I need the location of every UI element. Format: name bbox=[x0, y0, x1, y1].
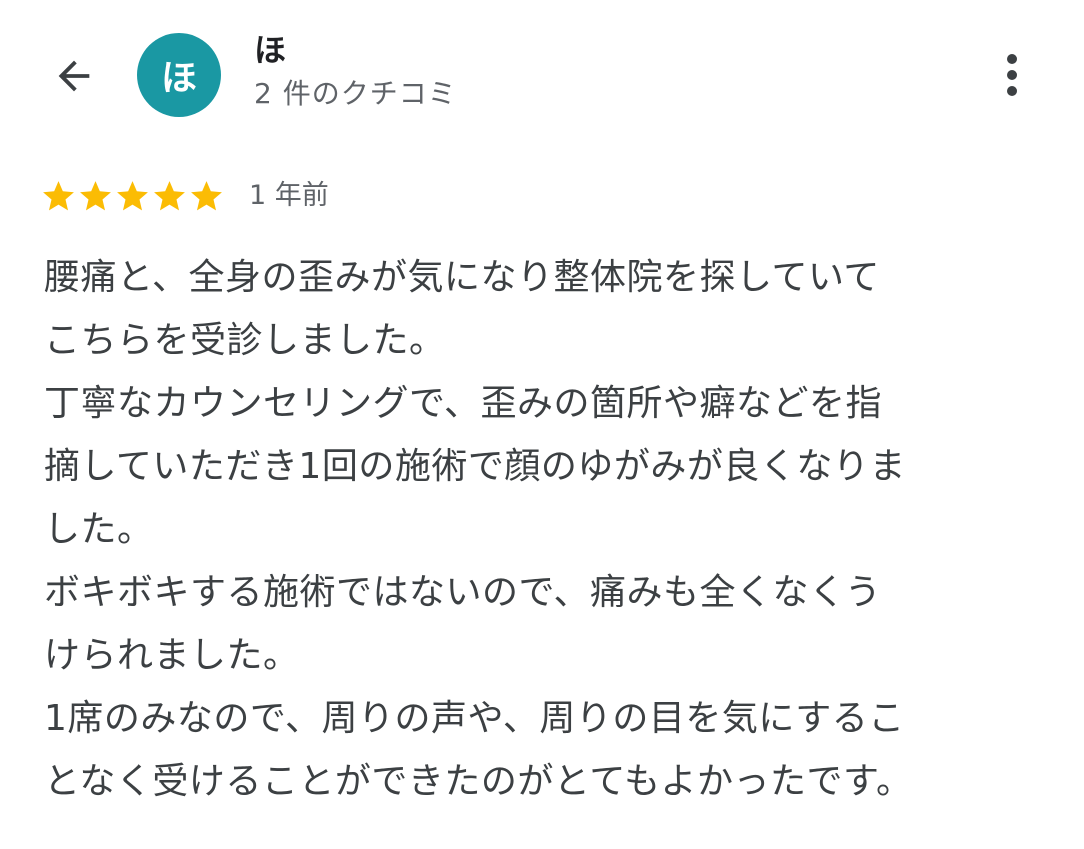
avatar-initial: ほ bbox=[160, 58, 197, 99]
star-icon bbox=[191, 180, 222, 210]
rating-row: 1 年前 bbox=[40, 176, 329, 216]
star-icon bbox=[80, 180, 111, 210]
star-icon bbox=[154, 180, 185, 210]
review-date: 1 年前 bbox=[249, 180, 329, 211]
review-count: 2 件のクチコミ bbox=[254, 77, 457, 110]
star-rating bbox=[40, 178, 225, 215]
back-button[interactable] bbox=[44, 46, 104, 106]
more-options-button[interactable] bbox=[990, 50, 1034, 100]
review-text: 腰痛と、全身の歪みが気になり整体院を探していて こちらを受診しました。 丁寧なカ… bbox=[44, 257, 913, 802]
star-icon bbox=[43, 180, 74, 210]
arrow-back-icon bbox=[58, 60, 90, 92]
avatar[interactable]: ほ bbox=[137, 33, 221, 117]
star-icon bbox=[117, 180, 148, 210]
more-vert-icon bbox=[1007, 54, 1017, 96]
review-header: ほ ほ 2 件のクチコミ bbox=[0, 0, 1084, 150]
user-name[interactable]: ほ bbox=[254, 30, 286, 70]
